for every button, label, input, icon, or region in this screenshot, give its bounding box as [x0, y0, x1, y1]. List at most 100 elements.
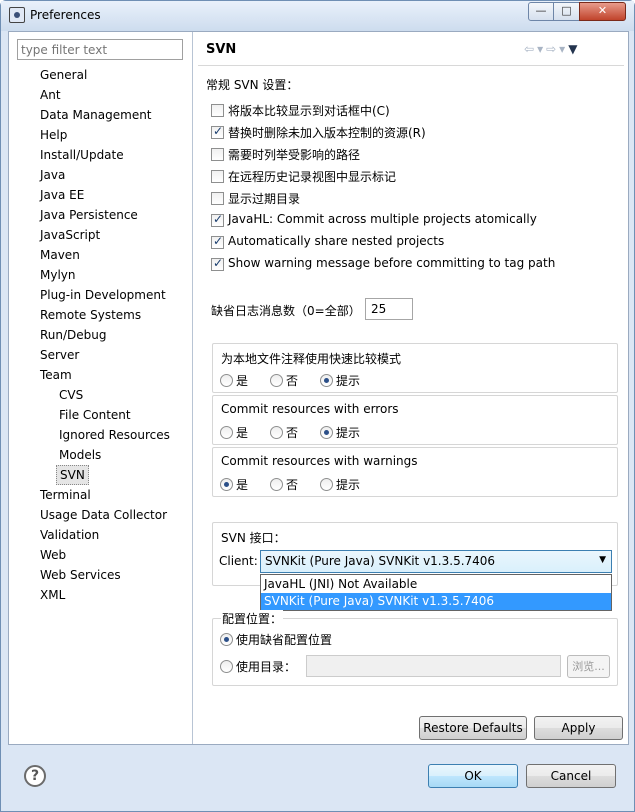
client-select-value: SVNKit (Pure Java) SVNKit v1.3.5.7406 [265, 554, 496, 568]
window-title: Preferences [30, 8, 101, 22]
checkbox-show-tags[interactable] [211, 170, 224, 183]
tree-item-ignored-resources[interactable]: Ignored Resources [59, 425, 170, 445]
tree-item-java[interactable]: Java [40, 165, 65, 185]
maximize-button[interactable]: □ [553, 2, 580, 21]
checkbox-javahl-atomic[interactable] [211, 212, 224, 227]
header-separator [198, 65, 624, 66]
tree-item-install-update[interactable]: Install/Update [40, 145, 124, 165]
back-dropdown-icon[interactable]: ▾ [537, 42, 546, 56]
tree-item-maven[interactable]: Maven [40, 245, 80, 265]
log-count-input[interactable] [365, 298, 413, 320]
filter-input[interactable] [17, 39, 183, 60]
checkbox-show-tags-label: 在远程历史记录视图中显示标记 [228, 170, 397, 184]
tree-item-javascript[interactable]: JavaScript [40, 225, 100, 245]
checkbox-javahl-atomic-label: JavaHL: Commit across multiple projects … [228, 212, 537, 226]
tree-item-run-debug[interactable]: Run/Debug [40, 325, 107, 345]
apply-button[interactable]: Apply [534, 716, 623, 740]
tree-item-usage-data-collector[interactable]: Usage Data Collector [40, 505, 167, 525]
checkbox-delete-unversioned-label: 替换时删除未加入版本控制的资源(R) [228, 126, 426, 140]
radio-errors-no[interactable] [270, 426, 283, 439]
radio-config-directory[interactable] [220, 660, 233, 673]
tree-item-general[interactable]: General [40, 65, 87, 85]
title-bar: Preferences — □ ✕ [1, 1, 634, 31]
radio-errors-yes[interactable] [220, 426, 233, 439]
page-title: SVN [206, 42, 237, 57]
radio-quick-diff-no[interactable] [270, 374, 283, 387]
checkbox-warn-tag-commit-label: Show warning message before committing t… [228, 256, 556, 270]
radio-warnings-no-label: 否 [286, 478, 299, 492]
minimize-button[interactable]: — [528, 2, 554, 21]
radio-errors-yes-label: 是 [236, 426, 249, 440]
view-menu-icon[interactable]: ▼ [568, 42, 580, 56]
tree-item-terminal[interactable]: Terminal [40, 485, 91, 505]
ok-button[interactable]: OK [428, 764, 518, 788]
radio-errors-prompt[interactable] [320, 426, 333, 439]
tree-item-java-ee[interactable]: Java EE [40, 185, 84, 205]
tree-item-java-persistence[interactable]: Java Persistence [40, 205, 138, 225]
checkbox-list-affected-paths[interactable] [211, 148, 224, 161]
client-dropdown-list: JavaHL (JNI) Not Available SVNKit (Pure … [260, 574, 612, 611]
checkbox-list-affected-paths-label: 需要时列举受影响的路径 [228, 148, 361, 162]
tree-item-help[interactable]: Help [40, 125, 67, 145]
help-icon[interactable]: ? [24, 765, 46, 787]
checkbox-compare-dialog[interactable] [211, 104, 224, 117]
close-button[interactable]: ✕ [579, 2, 626, 21]
back-icon[interactable]: ⇦ [524, 42, 537, 56]
radio-errors-no-label: 否 [286, 426, 299, 440]
tree-item-data-management[interactable]: Data Management [40, 105, 152, 125]
radio-errors-prompt-label: 提示 [336, 426, 361, 440]
content-area: General Ant Data Management Help Install… [8, 31, 629, 745]
checkbox-share-nested-label: Automatically share nested projects [228, 234, 445, 248]
tree-item-xml[interactable]: XML [40, 585, 65, 605]
radio-warnings-no[interactable] [270, 478, 283, 491]
radio-warnings-prompt-label: 提示 [336, 478, 361, 492]
nav-toolbar: ⇦▾⇨▾▼ [524, 42, 580, 56]
radio-quick-diff-prompt-label: 提示 [336, 374, 361, 388]
tree-item-file-content[interactable]: File Content [59, 405, 131, 425]
tree-item-mylyn[interactable]: Mylyn [40, 265, 76, 285]
browse-button: 浏览... [567, 655, 610, 678]
tree-item-models[interactable]: Models [59, 445, 101, 465]
radio-config-default[interactable] [220, 633, 233, 646]
checkbox-show-outdated[interactable] [211, 192, 224, 205]
tree-item-server[interactable]: Server [40, 345, 79, 365]
tree-item-cvs[interactable]: CVS [59, 385, 83, 405]
tree-item-plugin-development[interactable]: Plug-in Development [40, 285, 166, 305]
checkbox-warn-tag-commit[interactable] [211, 256, 224, 271]
tree-item-team[interactable]: Team [40, 365, 72, 385]
radio-warnings-yes-label: 是 [236, 478, 249, 492]
forward-dropdown-icon[interactable]: ▾ [559, 42, 568, 56]
tree-item-svn[interactable]: SVN [56, 465, 89, 485]
chevron-down-icon: ▼ [599, 555, 606, 565]
section-label: 常规 SVN 设置： [206, 78, 299, 92]
radio-quick-diff-yes[interactable] [220, 374, 233, 387]
client-option-svnkit[interactable]: SVNKit (Pure Java) SVNKit v1.3.5.7406 [261, 593, 611, 610]
tree-item-ant[interactable]: Ant [40, 85, 61, 105]
tree-item-validation[interactable]: Validation [40, 525, 99, 545]
checkbox-share-nested[interactable] [211, 234, 224, 249]
tree-item-web[interactable]: Web [40, 545, 66, 565]
radio-warnings-yes[interactable] [220, 478, 233, 491]
checkbox-show-outdated-label: 显示过期目录 [228, 192, 301, 206]
group-quick-diff-title: 为本地文件注释使用快速比较模式 [221, 352, 402, 366]
svn-interface-title: SVN 接口： [221, 531, 286, 545]
radio-quick-diff-prompt[interactable] [320, 374, 333, 387]
forward-icon[interactable]: ⇨ [546, 42, 559, 56]
tree-item-remote-systems[interactable]: Remote Systems [40, 305, 141, 325]
group-commit-errors-title: Commit resources with errors [221, 402, 399, 416]
checkbox-delete-unversioned[interactable] [211, 124, 224, 139]
restore-defaults-button[interactable]: Restore Defaults [419, 716, 527, 740]
client-label: Client: [219, 554, 258, 568]
cancel-button[interactable]: Cancel [526, 764, 616, 788]
app-icon [9, 7, 25, 23]
preferences-window: Preferences — □ ✕ General Ant Data Manag… [0, 0, 635, 812]
tree-item-web-services[interactable]: Web Services [40, 565, 121, 585]
checkbox-compare-dialog-label: 将版本比较显示到对话框中(C) [228, 104, 390, 118]
radio-warnings-prompt[interactable] [320, 478, 333, 491]
client-select[interactable]: SVNKit (Pure Java) SVNKit v1.3.5.7406 ▼ [260, 550, 612, 573]
config-location-title: 配置位置： [221, 610, 284, 627]
client-option-javahl[interactable]: JavaHL (JNI) Not Available [261, 576, 611, 593]
radio-config-directory-label: 使用目录： [236, 660, 297, 674]
radio-quick-diff-yes-label: 是 [236, 374, 249, 388]
svn-preference-page: SVN ⇦▾⇨▾▼ 常规 SVN 设置： 将版本比较显示到对话框中(C) 替换时… [194, 32, 628, 744]
